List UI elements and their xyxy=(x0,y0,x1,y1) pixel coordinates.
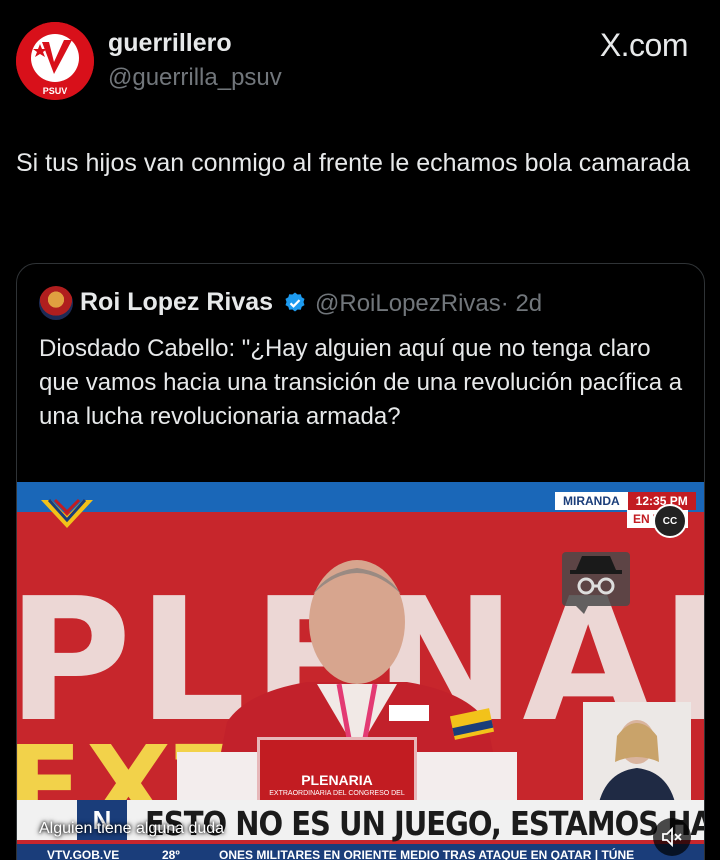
display-name[interactable]: guerrillero xyxy=(108,29,232,58)
quoted-post-card[interactable]: Roi Lopez Rivas @RoiLopezRivas· 2d Diosd… xyxy=(16,263,705,860)
ticker-temperature: 28º xyxy=(162,848,180,860)
sign-language-interpreter xyxy=(583,702,691,812)
location-label: MIRANDA xyxy=(555,492,628,510)
avatar[interactable]: PSUV xyxy=(16,22,94,100)
ticker-site: VTV.GOB.VE xyxy=(47,848,120,860)
verified-badge-icon xyxy=(285,292,305,312)
video-caption: Alguien tiene alguna duda xyxy=(39,820,225,837)
avatar-label: PSUV xyxy=(43,86,68,96)
quoted-post-text: Diosdado Cabello: "¿Hay alguien aquí que… xyxy=(39,335,683,430)
vtv-logo-icon xyxy=(41,498,93,528)
quoted-handle[interactable]: @RoiLopezRivas xyxy=(315,290,501,317)
user-handle[interactable]: @guerrilla_psuv xyxy=(108,64,282,92)
quoted-avatar[interactable] xyxy=(39,286,73,320)
x-logo-brand: X.com xyxy=(599,27,689,64)
ticker-news: ONES MILITARES EN ORIENTE MEDIO TRAS ATA… xyxy=(219,848,635,860)
news-ticker: VTV.GOB.VE 28º ONES MILITARES EN ORIENTE… xyxy=(17,844,704,860)
mute-button[interactable] xyxy=(653,818,691,856)
brand-text: X.com xyxy=(599,27,689,63)
podium-title: PLENARIA xyxy=(301,772,373,788)
video-player[interactable]: PLENAR EXT MIRANDA 12:35 PM EN VIVO CC xyxy=(17,482,704,860)
captions-button[interactable]: CC xyxy=(653,504,687,538)
headline-text: ESTO NO ES UN JUEGO, ESTAMOS HABLANDO SE… xyxy=(145,804,704,844)
podium-subtitle: EXTRAORDINARIA DEL CONGRESO DEL xyxy=(269,790,405,797)
quoted-handle-time: @RoiLopezRivas· 2d xyxy=(315,290,542,318)
incognito-icon xyxy=(562,552,630,614)
quoted-display-name[interactable]: Roi Lopez Rivas xyxy=(80,288,273,317)
speaker-muted-icon xyxy=(662,826,682,848)
quoted-timestamp[interactable]: · 2d xyxy=(501,290,542,317)
post-text: Si tus hijos van conmigo al frente le ec… xyxy=(16,149,690,177)
